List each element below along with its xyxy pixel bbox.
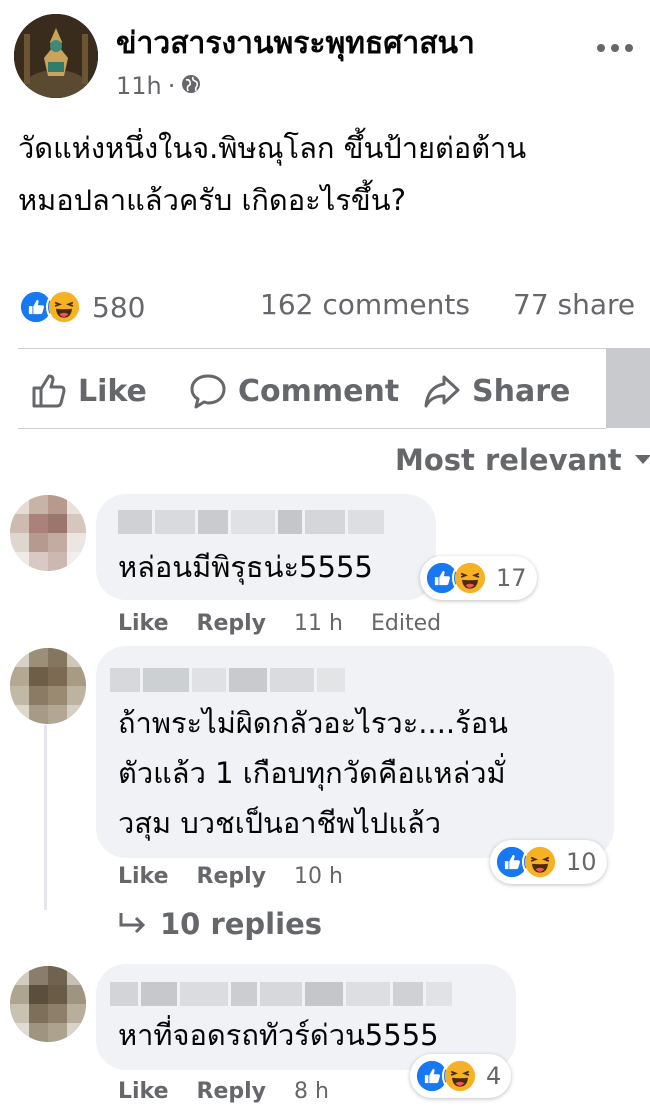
- comment-reactions[interactable]: 17: [420, 556, 537, 600]
- comment-reaction-count: 4: [486, 1062, 502, 1090]
- haha-icon: [46, 289, 82, 325]
- comment-text-line: หล่อนมีพิรุธน่ะ5555: [118, 550, 373, 584]
- comment-time[interactable]: 8 h: [294, 1079, 329, 1104]
- comment-bubble[interactable]: หล่อนมีพิรุธน่ะ5555: [96, 494, 436, 600]
- post-time-label: 11h: [116, 72, 162, 100]
- comment-reaction-count: 10: [566, 848, 597, 876]
- comment-sort-dropdown[interactable]: Most relevant: [395, 440, 650, 480]
- reply-thread-line: [44, 725, 47, 910]
- comment-text-line: หาที่จอดรถทัวร์ด่วน5555: [118, 1018, 439, 1052]
- haha-icon: [522, 844, 558, 880]
- post-reactions[interactable]: 580: [18, 285, 145, 329]
- comment-reply-link[interactable]: Reply: [197, 611, 267, 636]
- haha-icon: [442, 1058, 478, 1094]
- post-text-line: หมอปลาแล้วครับ เกิดอะไรขึ้น?: [18, 183, 406, 217]
- comment-text-line: ถ้าพระไม่ผิดกลัวอะไรวะ....ร้อน: [118, 706, 508, 740]
- comment-reactions[interactable]: 4: [410, 1054, 512, 1098]
- comment-time[interactable]: 10 h: [294, 864, 343, 889]
- comment-icon: [190, 374, 226, 409]
- divider: [18, 428, 606, 429]
- page-avatar[interactable]: [14, 14, 98, 98]
- scrollbar-thumb[interactable]: [606, 348, 650, 428]
- comment-text: หาที่จอดรถทัวร์ด่วน5555: [118, 1010, 439, 1060]
- comment-like-link[interactable]: Like: [118, 1079, 169, 1104]
- comment-reply-link[interactable]: Reply: [197, 1079, 267, 1104]
- comment-reaction-count: 17: [496, 564, 527, 592]
- page-name[interactable]: ข่าวสารงานพระพุทธศาสนา: [116, 20, 475, 67]
- share-button[interactable]: Share: [422, 366, 570, 416]
- comment-reactions[interactable]: 10: [490, 840, 607, 884]
- chevron-down-icon: [634, 455, 650, 464]
- comments-count[interactable]: 162 comments: [260, 288, 470, 321]
- reply-arrow-icon: [119, 913, 146, 934]
- thumbs-up-icon: [32, 374, 66, 408]
- post-body: วัดแห่งหนึ่งในจ.พิษณุโลก ขึ้นป้ายต่อต้าน…: [18, 122, 643, 226]
- share-label: Share: [472, 373, 571, 409]
- haha-icon: [452, 560, 488, 596]
- comment-bubble[interactable]: ถ้าพระไม่ผิดกลัวอะไรวะ....ร้อน ตัวแล้ว 1…: [96, 646, 614, 858]
- comment-button[interactable]: Comment: [188, 366, 399, 416]
- share-icon: [424, 375, 460, 408]
- comment-like-link[interactable]: Like: [118, 611, 169, 636]
- globe-icon: [181, 72, 201, 100]
- post-timestamp[interactable]: 11h ·: [116, 72, 201, 100]
- comment-edited-label[interactable]: Edited: [371, 611, 441, 636]
- comment-meta: Like Reply 8 h: [118, 1076, 357, 1106]
- comment-label: Comment: [238, 373, 400, 409]
- comment-reply-link[interactable]: Reply: [197, 864, 267, 889]
- view-replies-button[interactable]: 10 replies: [118, 902, 322, 946]
- comment-text-line: ตัวแล้ว 1 เกือบทุกวัดคือแหล่วมั่: [118, 756, 506, 790]
- commenter-avatar[interactable]: [10, 966, 86, 1042]
- shares-count[interactable]: 77 share: [513, 288, 635, 321]
- reaction-count: 580: [92, 290, 146, 324]
- like-button[interactable]: Like: [28, 366, 147, 416]
- like-label: Like: [78, 373, 147, 409]
- comment-text-line: วสุม บวชเป็นอาชีพไปแล้ว: [118, 806, 442, 840]
- post-text-line: วัดแห่งหนึ่งในจ.พิษณุโลก ขึ้นป้ายต่อต้าน: [18, 131, 527, 165]
- divider: [18, 348, 650, 349]
- commenter-avatar[interactable]: [10, 648, 86, 724]
- more-options-icon[interactable]: [590, 28, 640, 68]
- commenter-name-blurred[interactable]: [118, 510, 384, 534]
- separator-dot: ·: [167, 72, 176, 100]
- sort-label: Most relevant: [395, 443, 622, 477]
- comment-text: ถ้าพระไม่ผิดกลัวอะไรวะ....ร้อน ตัวแล้ว 1…: [118, 698, 508, 848]
- commenter-name-blurred[interactable]: [110, 982, 452, 1006]
- comment-time[interactable]: 11 h: [294, 611, 343, 636]
- comment-meta: Like Reply 11 h Edited: [118, 608, 441, 638]
- comment-meta: Like Reply 10 h: [118, 861, 371, 891]
- commenter-name-blurred[interactable]: [110, 668, 345, 692]
- comment-text: หล่อนมีพิรุธน่ะ5555: [118, 542, 373, 592]
- replies-label: 10 replies: [160, 907, 322, 941]
- comment-like-link[interactable]: Like: [118, 864, 169, 889]
- commenter-avatar[interactable]: [10, 495, 86, 571]
